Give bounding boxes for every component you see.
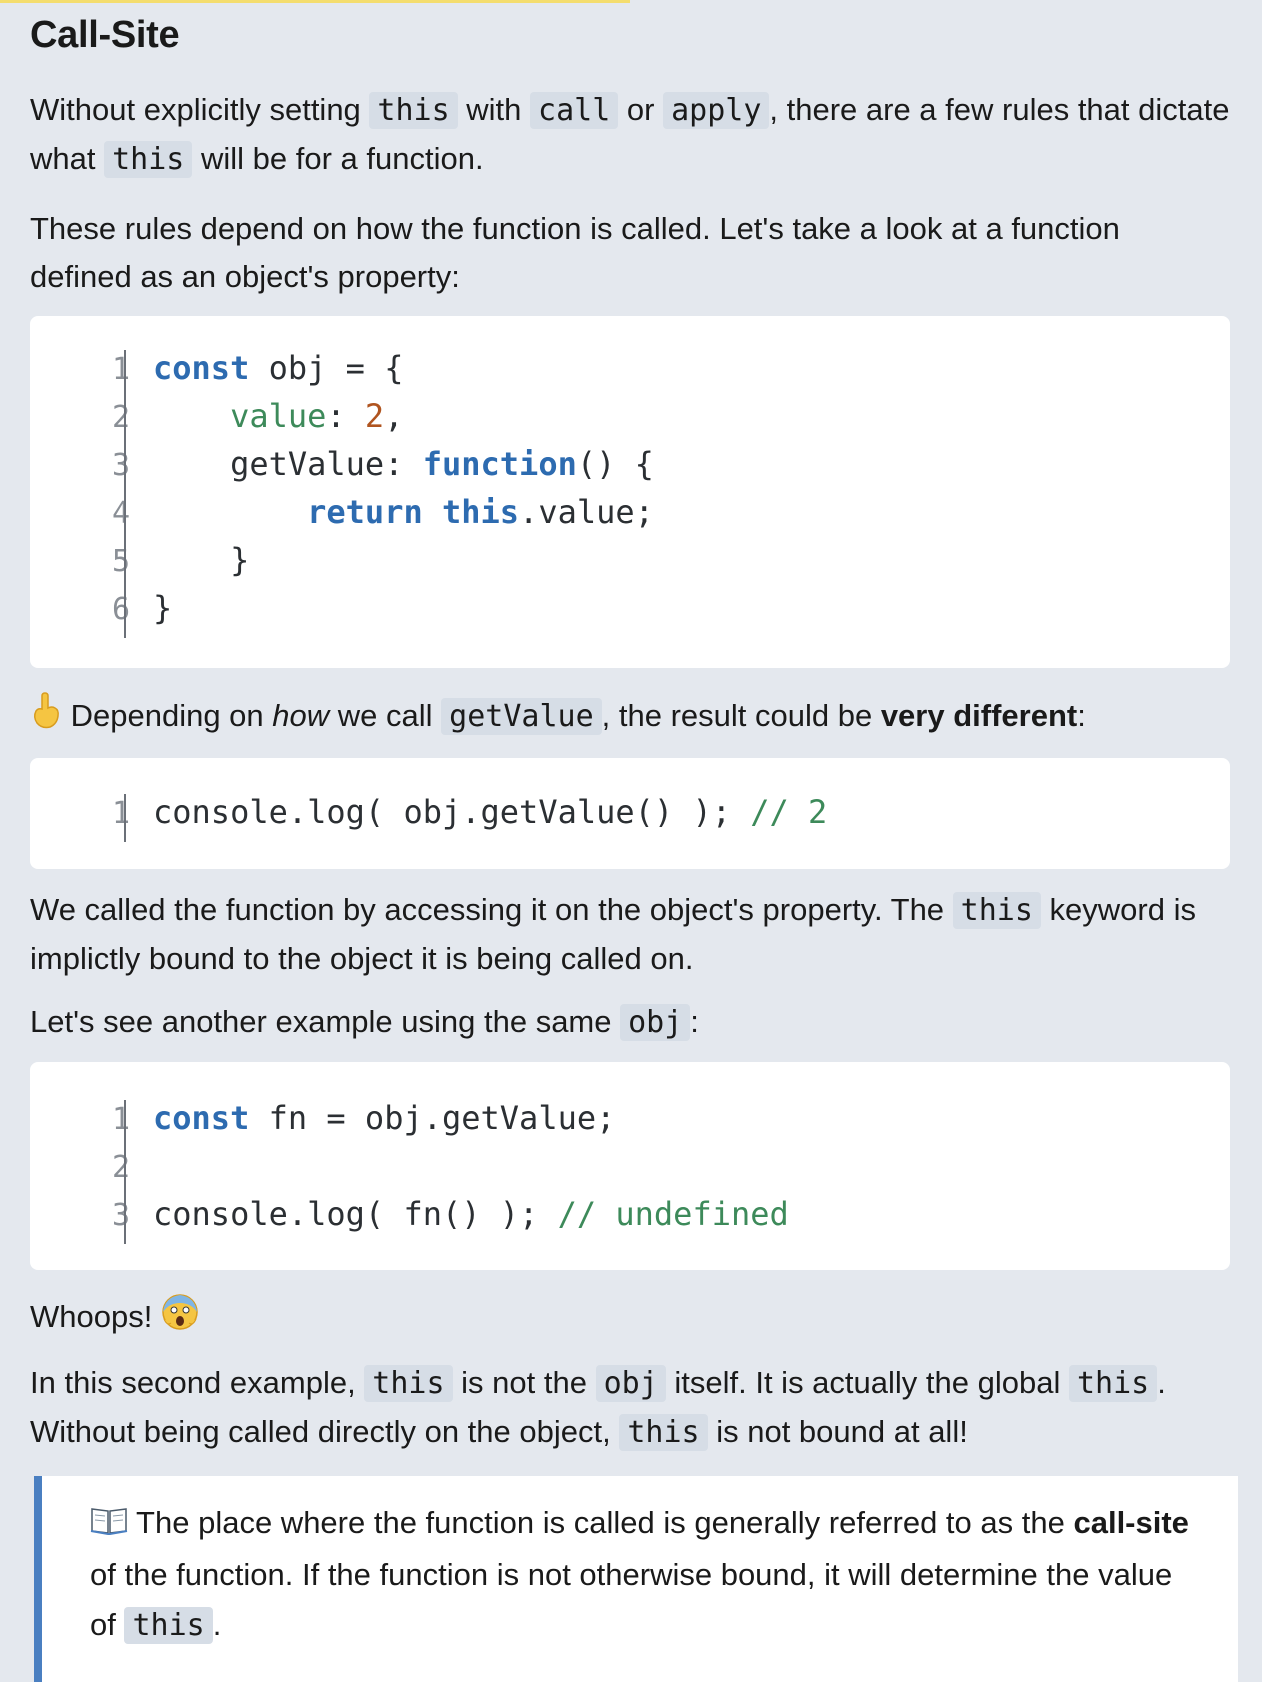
strong-very-different: very different [880,698,1078,734]
text: Without explicitly setting [30,92,370,127]
code-token: // 2 [750,793,828,831]
inline-code-this: this [1068,1365,1158,1402]
paragraph-implicit: We called the function by accessing it o… [30,886,1230,983]
code-block-object: 1 2 3 4 5 6 const obj = { value: 2, getValue: … [30,316,1230,668]
code-token: const [153,1099,250,1137]
paragraph-global-this: In this second example, this is not the … [30,1359,1230,1457]
code-token: // undefined [557,1195,789,1233]
text: : [690,1004,699,1039]
text: of the function. If the function is not … [90,1556,1173,1642]
text: . [212,1606,222,1642]
line-gutter [124,1100,126,1244]
text: or [618,92,664,127]
text: The place where the function is called i… [128,1505,1074,1540]
inline-code-obj: obj [620,1004,691,1041]
code-token: function [422,445,577,483]
line-number: 3 [111,448,130,483]
inline-code-obj: obj [595,1365,666,1402]
code-block-console-log: 1 console.log( obj.getValue() ); // 2 [30,758,1230,869]
strong-call-site: call-site [1073,1505,1189,1540]
paragraph-intro: Without explicitly setting this with cal… [30,86,1230,184]
code-line: } [153,584,172,632]
code-line: return this.value; [153,488,654,536]
pointing-up-hand-icon [30,692,62,744]
code-token: value [230,397,327,435]
inline-code-this: this [124,1606,213,1644]
code-token: } [153,589,173,627]
code-token: obj = { [249,349,404,387]
inline-code-this: this [619,1414,708,1451]
code-token: getValue: [153,445,423,483]
code-line: const fn = obj.getValue; [153,1094,615,1142]
code-token: return [307,493,423,531]
line-number: 2 [111,1150,130,1185]
code-line: getValue: function() { [153,440,654,488]
open-book-icon [90,1500,128,1550]
callout-text: The place where the function is called i… [90,1498,1190,1651]
paragraph-rules: These rules depend on how the function i… [30,211,1120,294]
inline-code-apply: apply [663,92,770,129]
line-number: 5 [111,544,130,579]
code-line: } [153,536,249,584]
line-number: 1 [111,796,130,831]
code-line: value: 2, [153,392,403,440]
line-number: 4 [111,496,130,531]
code-token: fn = obj.getValue; [249,1099,616,1137]
text: : [1077,698,1086,734]
inline-code-this: this [104,141,193,178]
code-token: : [326,397,365,435]
inline-code-call: call [530,92,619,129]
code-line: console.log( fn() ); // undefined [153,1190,789,1238]
inline-code-this: this [369,92,458,129]
text: will be for a function. [192,141,484,176]
screaming-face-icon [161,1293,199,1345]
code-line: const obj = { [153,344,403,392]
reading-progress-bar [0,0,630,3]
text: we call [329,698,442,734]
code-token: this [441,493,520,531]
line-number: 1 [111,352,130,387]
line-number: 3 [111,1198,130,1233]
line-gutter [124,794,126,842]
info-callout: The place where the function is called i… [34,1476,1238,1682]
code-token: console.log( obj.getValue() ); [153,793,751,831]
text: is not the [452,1365,596,1400]
text: itself. It is actually the global [665,1365,1069,1400]
text: Whoops! [30,1299,161,1335]
code-token: .value; [519,493,654,531]
text: with [457,92,531,127]
text: We called the function by accessing it o… [30,892,953,927]
code-token: () { [576,445,654,483]
line-gutter [124,350,126,638]
text: In this second example, [30,1365,365,1400]
text: is not bound at all! [707,1414,968,1449]
line-number: 2 [111,400,130,435]
text: Let's see another example using the same [30,1004,621,1039]
code-token: } [153,541,250,579]
paragraph-another-example: Let's see another example using the same… [30,998,1230,1047]
section-heading: Call-Site [30,14,180,56]
code-token: 2 [364,397,385,435]
emphasis-how: how [272,698,330,734]
text: , the result could be [601,698,881,734]
code-line: console.log( obj.getValue() ); // 2 [153,788,827,836]
code-token: const [153,349,250,387]
paragraph-depending: Depending on how we call getValue, the r… [30,692,1230,744]
inline-code-this: this [364,1365,453,1402]
inline-code-this: this [952,892,1041,929]
text: Depending on [62,698,273,734]
paragraph-whoops: Whoops! [30,1293,1230,1345]
code-token: , [384,397,404,435]
inline-code-getvalue: getValue [441,698,602,736]
line-number: 6 [111,592,130,627]
line-number: 1 [111,1102,130,1137]
code-token: console.log( fn() ); [153,1195,558,1233]
code-block-fn: 1 2 3 const fn = obj.getValue; console.log( … [30,1062,1230,1270]
